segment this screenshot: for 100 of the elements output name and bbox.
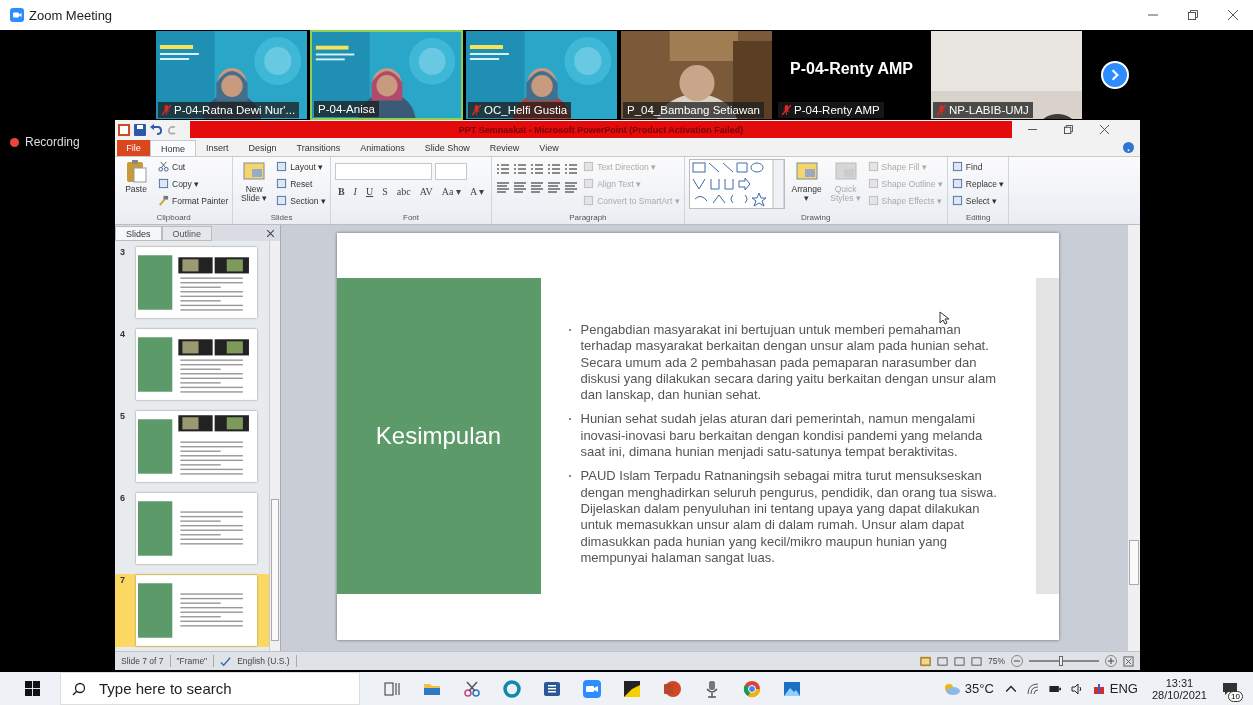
slide-thumbnail-row[interactable]: 3 bbox=[115, 246, 269, 319]
ribbon-tab[interactable]: Animations bbox=[350, 140, 415, 156]
save-icon[interactable] bbox=[134, 123, 146, 136]
slide-thumbnail-drawing[interactable] bbox=[136, 575, 257, 646]
list-icon[interactable] bbox=[513, 163, 528, 175]
ribbon-tab[interactable]: Design bbox=[238, 140, 287, 156]
ribbon-button[interactable]: Select ▾ bbox=[951, 193, 1005, 208]
format-button[interactable]: Aa ▾ bbox=[438, 186, 464, 197]
document-icon bbox=[867, 195, 879, 206]
participant-tile[interactable]: P-04-Anisa bbox=[310, 30, 463, 120]
format-button[interactable]: I bbox=[350, 186, 360, 197]
input-language[interactable]: ENG bbox=[1109, 681, 1138, 696]
spell-check-icon[interactable] bbox=[220, 655, 232, 667]
slide-thumbnail-drawing[interactable] bbox=[136, 493, 257, 564]
notifications-button[interactable]: 10 bbox=[1215, 675, 1245, 702]
file-tab[interactable]: File bbox=[117, 140, 150, 156]
view-icon[interactable] bbox=[920, 655, 931, 667]
font-size-field[interactable] bbox=[434, 163, 467, 180]
slide-thumbnail-drawing[interactable] bbox=[136, 329, 257, 400]
document-icon bbox=[276, 195, 288, 206]
slide-thumbnail-row[interactable]: 7 bbox=[115, 574, 269, 647]
ribbon-button[interactable]: Reset bbox=[276, 176, 326, 191]
format-button[interactable]: B bbox=[334, 186, 348, 197]
ribbon-tab[interactable]: Slide Show bbox=[414, 140, 480, 156]
windows-icon[interactable] bbox=[25, 681, 40, 696]
slide-number: 4 bbox=[119, 329, 126, 339]
clock[interactable]: 13:31 28/10/2021 bbox=[1151, 676, 1207, 701]
ribbon-button[interactable]: Layout ▾ bbox=[276, 159, 326, 174]
panel-tab[interactable]: Slides bbox=[115, 226, 162, 241]
ribbon-tab[interactable]: Home bbox=[150, 140, 196, 156]
large-ribbon-button[interactable]: Paste bbox=[119, 159, 153, 195]
list-icon[interactable] bbox=[564, 163, 579, 175]
format-button[interactable]: U bbox=[362, 186, 377, 197]
format-button[interactable]: abc bbox=[393, 186, 414, 197]
slide-thumbnail-row[interactable]: 4 bbox=[115, 328, 269, 401]
bullet-icon bbox=[568, 418, 571, 421]
undo-icon[interactable] bbox=[150, 123, 162, 136]
participant-tile[interactable]: P-04-Ratna Dewi Nur'... bbox=[155, 30, 308, 120]
slide-thumbnail-drawing[interactable] bbox=[136, 247, 257, 318]
help-icon[interactable] bbox=[1123, 142, 1134, 153]
large-ribbon-button[interactable]: Arrange ▾ bbox=[789, 159, 824, 204]
name-label: P_04_Bambang Setiawan bbox=[623, 102, 764, 118]
ribbon-button[interactable]: Find bbox=[951, 159, 1005, 174]
scrollbar[interactable] bbox=[1128, 225, 1140, 651]
copy-icon bbox=[158, 178, 169, 189]
list-icon[interactable] bbox=[496, 163, 511, 175]
next-page-button[interactable] bbox=[1101, 61, 1129, 89]
fit-icon[interactable] bbox=[1123, 655, 1134, 667]
document-icon bbox=[583, 178, 595, 189]
ribbon-button[interactable]: Cut bbox=[158, 159, 229, 174]
list-icon[interactable] bbox=[530, 163, 545, 175]
align-icon[interactable] bbox=[564, 181, 579, 193]
ribbon-tab[interactable]: Transitions bbox=[286, 140, 351, 156]
view-icon[interactable] bbox=[937, 655, 948, 667]
font-name-field[interactable] bbox=[334, 163, 432, 180]
panel-tab[interactable]: Outline bbox=[161, 226, 213, 241]
participant-tile[interactable]: OC_Helfi Gustia bbox=[465, 30, 618, 120]
align-icon[interactable] bbox=[513, 181, 528, 193]
sticky-note-icon[interactable] bbox=[622, 678, 642, 699]
zoom-in-button[interactable] bbox=[1105, 655, 1117, 667]
search-field[interactable]: Type here to search bbox=[60, 672, 360, 705]
bullet-text: Pengabdian masyarakat ini bertujuan untuk memberi pemahaman terhadap masyarakat berkaitan dengan unsur alam pada hunian sehat. Secara umum ada 2 pembahasan pada pemaparan narasumber dan diskusi yang dilakukan secara daring yaitu berkaitan dengan unsur alam dan lanskap, dan hunian sehat. bbox=[580, 322, 998, 404]
wifi-icon[interactable] bbox=[1026, 682, 1039, 695]
ribbon-button[interactable]: Replace ▾ bbox=[951, 176, 1005, 191]
slide-thumbnail-row[interactable]: 6 bbox=[115, 492, 269, 565]
ribbon-tab[interactable]: View bbox=[529, 140, 569, 156]
shapes-gallery-drawing[interactable] bbox=[688, 159, 785, 209]
ribbon-button[interactable]: Format Painter bbox=[158, 193, 229, 208]
scrollbar[interactable] bbox=[269, 241, 280, 651]
view-icon[interactable] bbox=[954, 655, 965, 667]
slide-thumbnail-drawing[interactable] bbox=[136, 411, 257, 482]
ribbon-button[interactable]: Section ▾ bbox=[276, 193, 326, 208]
format-button[interactable]: S bbox=[379, 186, 391, 197]
presentation-icon[interactable] bbox=[662, 678, 682, 699]
participant-tile[interactable]: P_04_Bambang Setiawan bbox=[620, 30, 773, 120]
slide-thumbnail-row[interactable]: 5 bbox=[115, 410, 269, 483]
pointer-icon bbox=[938, 311, 949, 325]
align-icon[interactable] bbox=[496, 181, 511, 193]
video-camera-icon[interactable] bbox=[582, 678, 602, 699]
temperature[interactable]: 35°C bbox=[964, 681, 994, 696]
ring-icon[interactable] bbox=[502, 678, 522, 699]
document-icon bbox=[276, 161, 288, 172]
list-icon[interactable] bbox=[547, 163, 562, 175]
large-ribbon-button[interactable]: New Slide ▾ bbox=[237, 159, 272, 204]
slider-thumb[interactable] bbox=[1058, 656, 1063, 666]
format-button[interactable]: A ▾ bbox=[466, 186, 488, 197]
browser-icon[interactable] bbox=[742, 678, 762, 699]
speaker-icon[interactable] bbox=[1070, 682, 1083, 695]
gift-icon[interactable] bbox=[1092, 682, 1105, 695]
ribbon-button[interactable]: Copy ▾ bbox=[158, 176, 229, 191]
ribbon-tab[interactable]: Insert bbox=[196, 140, 239, 156]
ribbon-tab[interactable]: Review bbox=[479, 140, 530, 156]
participant-tile[interactable]: NP-LABIB-UMJ bbox=[930, 30, 1083, 120]
restore-icon bbox=[1188, 10, 1198, 20]
group-label: Drawing bbox=[800, 213, 832, 224]
align-icon[interactable] bbox=[547, 181, 562, 193]
align-icon[interactable] bbox=[530, 181, 545, 193]
close-icon[interactable] bbox=[267, 230, 274, 237]
view-icon[interactable] bbox=[971, 655, 982, 667]
format-button[interactable]: AV bbox=[416, 186, 436, 197]
